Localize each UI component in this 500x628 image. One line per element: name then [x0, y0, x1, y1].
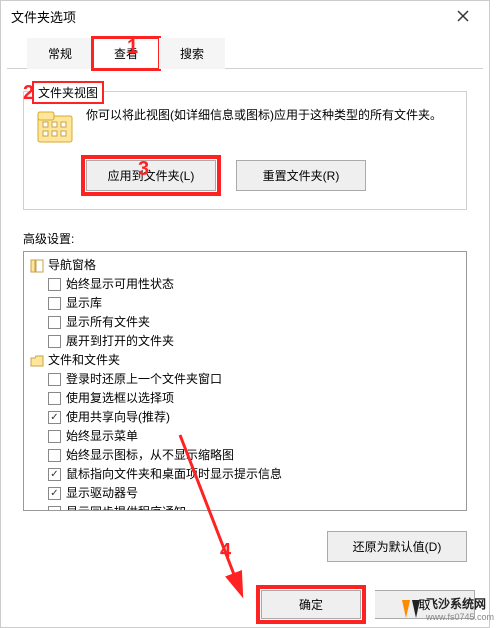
tree-item[interactable]: 始终显示图标，从不显示缩略图	[26, 446, 464, 465]
tab-general[interactable]: 常规	[27, 38, 93, 69]
tree-item[interactable]: 鼠标指向文件夹和桌面项时显示提示信息	[26, 465, 464, 484]
tab-strip: 常规 查看 搜索	[7, 31, 483, 69]
reset-folders-button[interactable]: 重置文件夹(R)	[236, 160, 366, 191]
checkbox[interactable]	[48, 506, 61, 511]
apply-to-folders-button[interactable]: 应用到文件夹(L)	[86, 160, 216, 191]
checkbox[interactable]	[48, 411, 61, 424]
restore-defaults-button[interactable]: 还原为默认值(D)	[327, 531, 467, 562]
checkbox[interactable]	[48, 449, 61, 462]
annotation-4: 4	[220, 540, 231, 563]
titlebar: 文件夹选项	[1, 1, 489, 31]
checkbox[interactable]	[48, 392, 61, 405]
folder-views-legend: 文件夹视图	[34, 83, 102, 102]
watermark-icon	[400, 598, 422, 620]
tree-item[interactable]: 始终显示可用性状态	[26, 275, 464, 294]
annotation-3: 3	[138, 158, 149, 181]
folder-options-window: 文件夹选项 常规 查看 搜索 文件夹视图 你可以将	[0, 0, 490, 628]
checkbox[interactable]	[48, 278, 61, 291]
tree-root-files-folders[interactable]: 文件和文件夹	[26, 351, 464, 370]
folder-views-description: 你可以将此视图(如详细信息或图标)应用于这种类型的所有文件夹。	[86, 106, 456, 124]
tree-item[interactable]: 展开到打开的文件夹	[26, 332, 464, 351]
folder-small-icon	[30, 354, 44, 368]
checkbox[interactable]	[48, 468, 61, 481]
folder-icon	[34, 106, 76, 148]
checkbox[interactable]	[48, 373, 61, 386]
checkbox[interactable]	[48, 487, 61, 500]
annotation-2: 2	[23, 82, 34, 105]
tree-item[interactable]: 始终显示菜单	[26, 427, 464, 446]
checkbox[interactable]	[48, 297, 61, 310]
annotation-1: 1	[127, 36, 138, 59]
checkbox[interactable]	[48, 316, 61, 329]
watermark: 飞沙系统网 www.fs0745.com	[400, 595, 494, 622]
tree-item[interactable]: 显示库	[26, 294, 464, 313]
tree-item[interactable]: 使用共享向导(推荐)	[26, 408, 464, 427]
checkbox[interactable]	[48, 430, 61, 443]
tree-item[interactable]: 登录时还原上一个文件夹窗口	[26, 370, 464, 389]
tree-root-navigation[interactable]: 导航窗格	[26, 256, 464, 275]
tree-item[interactable]: 显示所有文件夹	[26, 313, 464, 332]
tab-content: 文件夹视图 你可以将此视图(如详细信息或图标)应用于这种类型的所有文件夹。 应用…	[1, 69, 489, 519]
close-button[interactable]	[443, 2, 483, 30]
folder-views-group: 文件夹视图 你可以将此视图(如详细信息或图标)应用于这种类型的所有文件夹。 应用…	[23, 91, 467, 210]
tab-search[interactable]: 搜索	[159, 38, 225, 69]
advanced-settings-tree[interactable]: 导航窗格 始终显示可用性状态 显示库 显示所有文件夹 展开到打开的文件夹 文件和…	[23, 251, 467, 511]
tree-item[interactable]: 显示同步提供程序通知	[26, 503, 464, 511]
nav-pane-icon	[30, 259, 44, 273]
close-icon	[457, 10, 469, 22]
window-title: 文件夹选项	[11, 7, 76, 26]
tree-item[interactable]: 显示驱动器号	[26, 484, 464, 503]
checkbox[interactable]	[48, 335, 61, 348]
tree-item[interactable]: 使用复选框以选择项	[26, 389, 464, 408]
ok-button[interactable]: 确定	[261, 590, 361, 619]
advanced-settings-label: 高级设置:	[23, 230, 467, 247]
